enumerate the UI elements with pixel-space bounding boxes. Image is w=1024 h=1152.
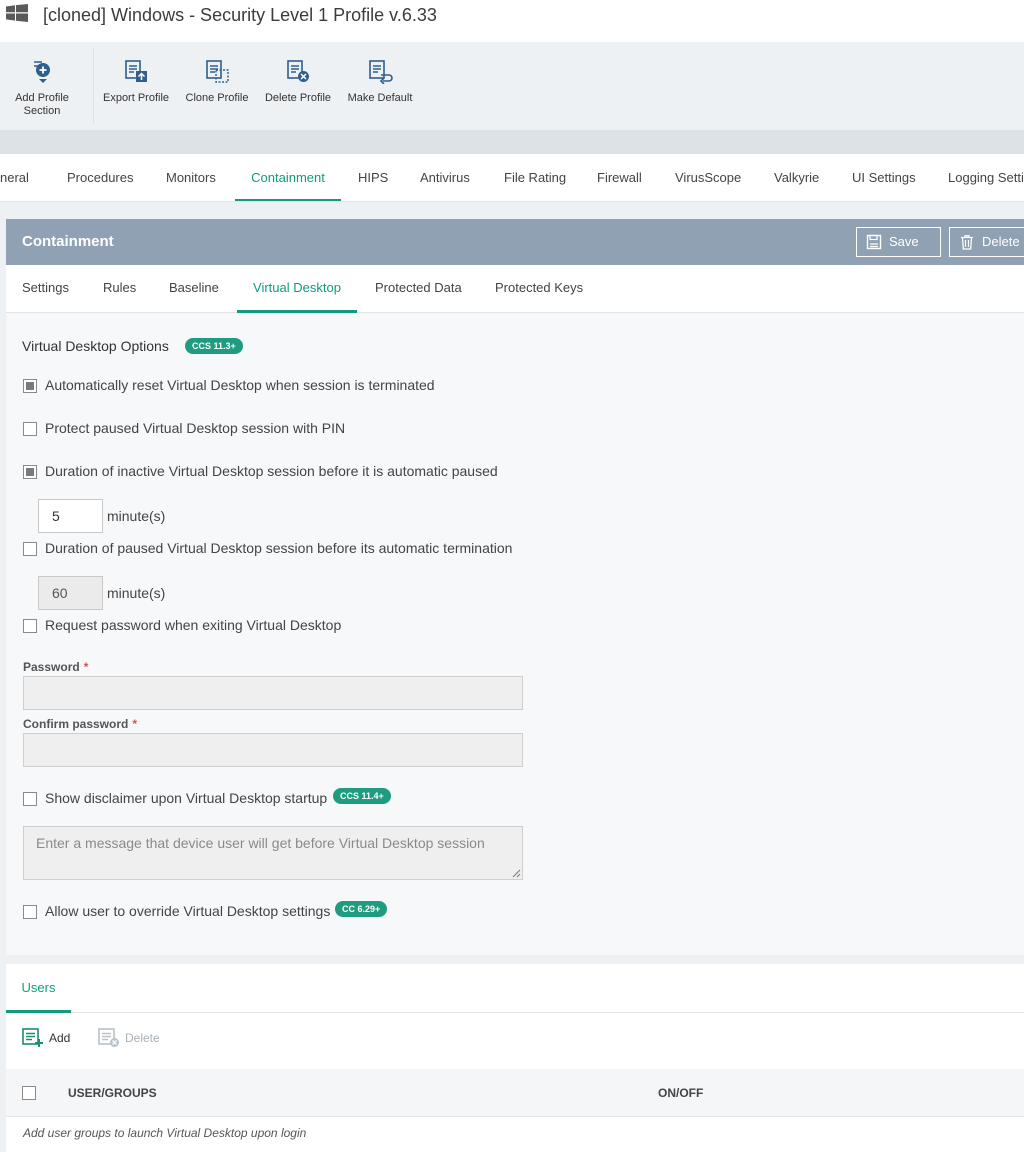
- confirm-password-input[interactable]: [23, 733, 523, 767]
- password-label-text: Password: [23, 660, 80, 674]
- users-tabs: Users: [6, 964, 1024, 1013]
- make-default-button[interactable]: Make Default: [346, 42, 414, 130]
- export-profile-button[interactable]: Export Profile: [101, 42, 171, 130]
- subtab-protected-data[interactable]: Protected Data: [375, 265, 462, 313]
- allow-override-label: Allow user to override Virtual Desktop s…: [45, 903, 331, 919]
- clone-profile-button[interactable]: Clone Profile: [184, 42, 250, 130]
- toolbar: Add Profile Section Export Profile Clone…: [0, 42, 1024, 130]
- make-default-icon: [369, 60, 393, 84]
- delete-profile-icon: [287, 60, 309, 82]
- subtab-baseline[interactable]: Baseline: [169, 265, 219, 313]
- auto-reset-checkbox[interactable]: [23, 379, 37, 393]
- delete-label: Delete: [982, 234, 1020, 249]
- paused-minutes-unit: minute(s): [107, 585, 166, 601]
- panel-title: Containment: [22, 233, 114, 250]
- tab-hips[interactable]: HIPS: [358, 154, 388, 201]
- windows-logo-icon: [6, 4, 28, 22]
- required-marker: *: [132, 717, 138, 731]
- subtab-protected-keys[interactable]: Protected Keys: [495, 265, 583, 313]
- password-label: Password *: [23, 660, 88, 674]
- tab-antivirus[interactable]: Antivirus: [420, 154, 470, 201]
- tab-ui-settings[interactable]: UI Settings: [852, 154, 916, 201]
- confirm-password-label-text: Confirm password: [23, 717, 129, 731]
- save-button[interactable]: Save: [856, 227, 941, 257]
- subtab-settings[interactable]: Settings: [22, 265, 69, 313]
- protect-pin-checkbox[interactable]: [23, 422, 37, 436]
- delete-profile-label: Delete Profile: [264, 92, 332, 104]
- tab-general[interactable]: neral: [0, 154, 29, 201]
- delete-button[interactable]: Delete: [949, 227, 1024, 257]
- request-password-label: Request password when exiting Virtual De…: [45, 617, 342, 633]
- tab-procedures[interactable]: Procedures: [67, 154, 133, 201]
- add-section-icon: [34, 61, 50, 83]
- inactive-minutes-unit: minute(s): [107, 508, 166, 524]
- version-badge: CCS 11.3+: [185, 338, 243, 354]
- virtual-desktop-options-title: Virtual Desktop Options: [22, 338, 169, 354]
- disclaimer-placeholder: Enter a message that device user will ge…: [36, 835, 485, 851]
- delete-list-icon: [98, 1028, 119, 1047]
- toolbar-separator-strip: [0, 130, 1024, 154]
- empty-table-message: Add user groups to launch Virtual Deskto…: [23, 1126, 307, 1140]
- save-label: Save: [889, 234, 919, 249]
- add-profile-section-label: Add Profile Section: [15, 92, 69, 117]
- containment-subtabs: Settings Rules Baseline Virtual Desktop …: [6, 265, 1024, 313]
- inactive-minutes-input[interactable]: 5: [38, 499, 103, 533]
- paused-minutes-input[interactable]: 60: [38, 576, 103, 610]
- column-user-groups[interactable]: USER/GROUPS: [68, 1086, 157, 1100]
- export-icon: [125, 60, 147, 82]
- inactive-duration-label: Duration of inactive Virtual Desktop ses…: [45, 463, 498, 479]
- delete-profile-button[interactable]: Delete Profile: [263, 42, 333, 130]
- resize-grip-icon[interactable]: [512, 869, 521, 878]
- delete-user-label: Delete: [125, 1031, 160, 1045]
- add-list-icon: [22, 1028, 43, 1047]
- tab-firewall[interactable]: Firewall: [597, 154, 642, 201]
- allow-override-checkbox[interactable]: [23, 905, 37, 919]
- make-default-label: Make Default: [347, 92, 413, 104]
- tab-users[interactable]: Users: [6, 964, 71, 1013]
- export-profile-label: Export Profile: [102, 92, 170, 104]
- tab-virusscope[interactable]: VirusScope: [675, 154, 741, 201]
- clone-icon: [206, 60, 229, 83]
- title-bar: [cloned] Windows - Security Level 1 Prof…: [0, 0, 1024, 42]
- trash-icon: [961, 235, 973, 250]
- inactive-duration-checkbox[interactable]: [23, 465, 37, 479]
- users-panel: Users Add Delete USER/GROUPS ON/OFF Add …: [6, 964, 1024, 1152]
- select-all-checkbox[interactable]: [22, 1086, 36, 1100]
- toolbar-divider: [93, 48, 94, 124]
- column-on-off[interactable]: ON/OFF: [658, 1086, 703, 1100]
- confirm-password-label: Confirm password *: [23, 717, 137, 731]
- protect-pin-label: Protect paused Virtual Desktop session w…: [45, 420, 346, 436]
- show-disclaimer-checkbox[interactable]: [23, 792, 37, 806]
- save-icon: [866, 234, 882, 250]
- tab-file-rating[interactable]: File Rating: [504, 154, 566, 201]
- users-table-header: USER/GROUPS ON/OFF: [6, 1069, 1024, 1117]
- override-version-badge: CC 6.29+: [335, 901, 388, 917]
- tab-valkyrie[interactable]: Valkyrie: [774, 154, 819, 201]
- required-marker: *: [83, 660, 89, 674]
- paused-duration-checkbox[interactable]: [23, 542, 37, 556]
- add-profile-section-button[interactable]: Add Profile Section: [6, 42, 78, 130]
- paused-duration-label: Duration of paused Virtual Desktop sessi…: [45, 540, 513, 556]
- tab-monitors[interactable]: Monitors: [166, 154, 216, 201]
- subtab-virtual-desktop[interactable]: Virtual Desktop: [237, 265, 357, 313]
- disclaimer-version-badge: CCS 11.4+: [333, 788, 391, 804]
- containment-panel: Containment Save Delete Settings Rules B…: [6, 219, 1024, 955]
- subtab-rules[interactable]: Rules: [103, 265, 136, 313]
- disclaimer-message-textarea[interactable]: Enter a message that device user will ge…: [23, 826, 523, 880]
- auto-reset-label: Automatically reset Virtual Desktop when…: [45, 377, 435, 393]
- profile-section-tabs: neral Procedures Monitors Containment HI…: [0, 154, 1024, 202]
- window-title: [cloned] Windows - Security Level 1 Prof…: [43, 5, 437, 25]
- tab-containment[interactable]: Containment: [235, 154, 341, 201]
- tab-logging-settings[interactable]: Logging Setti: [948, 154, 1024, 201]
- password-input[interactable]: [23, 676, 523, 710]
- panel-header: Containment Save Delete: [6, 219, 1024, 265]
- request-password-checkbox[interactable]: [23, 619, 37, 633]
- add-label: Add: [49, 1031, 71, 1045]
- clone-profile-label: Clone Profile: [185, 92, 249, 104]
- show-disclaimer-label: Show disclaimer upon Virtual Desktop sta…: [45, 790, 328, 806]
